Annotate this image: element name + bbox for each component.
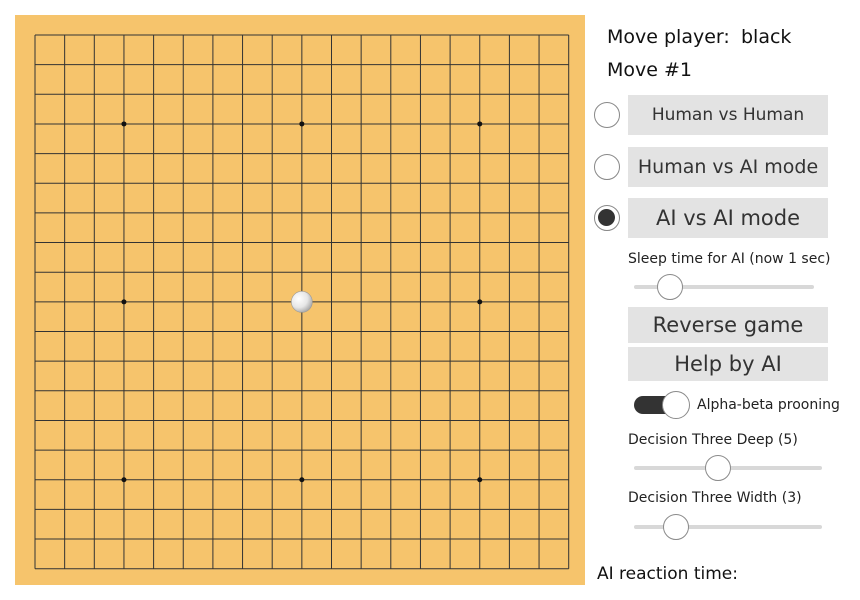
- reverse-game-button[interactable]: Reverse game: [628, 307, 828, 343]
- alpha-beta-label: Alpha-beta prooning: [697, 397, 840, 413]
- depth-slider[interactable]: [634, 455, 822, 481]
- star-point: [477, 121, 483, 127]
- alpha-beta-toggle[interactable]: [634, 391, 690, 419]
- width-slider[interactable]: [634, 514, 822, 540]
- radio-ai-vs-ai[interactable]: [594, 205, 620, 231]
- white-stone: [291, 291, 313, 313]
- slider-thumb[interactable]: [657, 274, 683, 300]
- help-by-ai-button[interactable]: Help by AI: [628, 347, 828, 381]
- ai-vs-ai-button[interactable]: AI vs AI mode: [628, 198, 828, 238]
- move-player-value: black: [741, 26, 792, 48]
- width-label: Decision Three Width (3): [628, 490, 802, 506]
- sleep-time-slider[interactable]: [634, 274, 814, 300]
- go-board[interactable]: [15, 15, 585, 585]
- radio-human-vs-human[interactable]: [594, 102, 620, 128]
- slider-thumb[interactable]: [662, 514, 689, 540]
- star-point: [477, 299, 483, 305]
- human-vs-ai-button[interactable]: Human vs AI mode: [628, 147, 828, 187]
- star-point: [477, 477, 483, 483]
- human-vs-human-button[interactable]: Human vs Human: [628, 95, 828, 135]
- star-point: [299, 477, 305, 483]
- depth-label: Decision Three Deep (5): [628, 432, 798, 448]
- radio-human-vs-ai[interactable]: [594, 154, 620, 180]
- star-point: [299, 121, 305, 127]
- sleep-time-label: Sleep time for AI (now 1 sec): [628, 251, 831, 267]
- star-point: [121, 477, 127, 483]
- slider-thumb[interactable]: [704, 455, 731, 481]
- ai-reaction-time-label: AI reaction time:: [597, 564, 738, 584]
- board-grid: [34, 34, 570, 570]
- star-point: [121, 299, 127, 305]
- toggle-thumb: [662, 391, 690, 419]
- move-number: Move #1: [607, 59, 692, 81]
- star-point: [121, 121, 127, 127]
- move-player-label: Move player:: [607, 26, 730, 48]
